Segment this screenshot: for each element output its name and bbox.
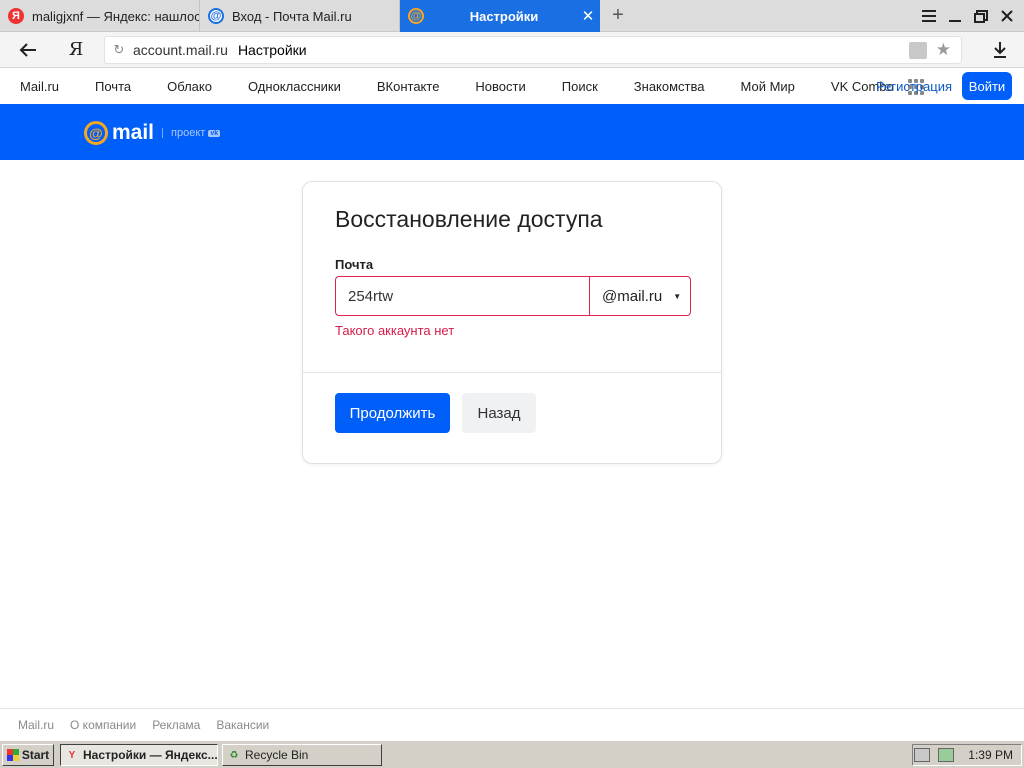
taskbar-window-label: Recycle Bin bbox=[245, 748, 309, 762]
portal-nav: Mail.ru Почта Облако Одноклассники ВКонт… bbox=[0, 69, 1024, 104]
yandex-browser-icon: Y bbox=[68, 749, 76, 761]
yandex-icon: Я bbox=[8, 8, 24, 24]
back-arrow-icon[interactable] bbox=[14, 38, 42, 62]
error-message: Такого аккаунта нет bbox=[335, 323, 455, 338]
portal-link-moy-mir[interactable]: Мой Мир bbox=[741, 79, 795, 94]
footer-link-about[interactable]: О компании bbox=[70, 718, 136, 732]
recycle-bin-icon: ♻ bbox=[229, 749, 239, 761]
login-button[interactable]: Войти bbox=[962, 72, 1012, 100]
mail-logo[interactable]: @ mail проект vk bbox=[84, 121, 221, 145]
taskbar-window-recycle-bin[interactable]: ♻ Recycle Bin bbox=[222, 744, 382, 766]
os-taskbar: Start Y Настройки — Яндекс... ♻ Recycle … bbox=[0, 740, 1024, 768]
new-tab-plus-icon[interactable]: + bbox=[606, 3, 630, 27]
yandex-home-button[interactable]: Я bbox=[64, 38, 88, 62]
email-field[interactable] bbox=[336, 277, 590, 315]
url-page-title: Настройки bbox=[237, 42, 307, 58]
mailru-at-logo-icon: @ bbox=[84, 121, 108, 145]
portal-link-oblako[interactable]: Облако bbox=[167, 79, 212, 94]
tab-title: maligjxnf — Яндекс: нашлось bbox=[32, 8, 199, 24]
close-tab-icon[interactable]: ✕ bbox=[576, 7, 600, 25]
taskbar-window-browser[interactable]: Y Настройки — Яндекс... bbox=[60, 744, 218, 766]
portal-link-mailru[interactable]: Mail.ru bbox=[20, 79, 59, 94]
taskbar-window-label: Настройки — Яндекс... bbox=[83, 748, 218, 762]
windows-logo-icon bbox=[6, 749, 19, 761]
portal-link-odnoklassniki[interactable]: Одноклассники bbox=[248, 79, 341, 94]
portal-link-vkontakte[interactable]: ВКонтакте bbox=[377, 79, 440, 94]
browser-tab-yandex-search[interactable]: Я maligjxnf — Яндекс: нашлось bbox=[0, 0, 200, 32]
mailru-at-icon: @ bbox=[408, 8, 424, 24]
network-icon[interactable] bbox=[938, 748, 955, 762]
tab-title: Настройки bbox=[469, 8, 539, 24]
footer-link-ads[interactable]: Реклама bbox=[152, 718, 200, 732]
bookmark-star-icon[interactable]: ★ bbox=[936, 40, 951, 60]
page-footer: Mail.ru О компании Реклама Вакансии bbox=[0, 708, 1024, 740]
close-window-icon[interactable] bbox=[994, 0, 1020, 32]
email-input-group: @mail.ru ▼ bbox=[335, 276, 691, 316]
menu-hamburger-icon[interactable] bbox=[916, 0, 942, 32]
protect-icon[interactable] bbox=[909, 42, 927, 59]
start-button[interactable]: Start bbox=[2, 744, 54, 766]
keyboard-icon[interactable] bbox=[914, 748, 931, 762]
register-link[interactable]: Регистрация bbox=[876, 79, 952, 94]
mail-header: @ mail проект vk bbox=[0, 104, 1024, 160]
footer-link-mailru[interactable]: Mail.ru bbox=[18, 718, 54, 732]
start-label: Start bbox=[21, 748, 50, 762]
system-tray: 1:39 PM bbox=[912, 744, 1022, 766]
logo-divider bbox=[162, 128, 164, 138]
reload-icon[interactable]: ↻ bbox=[105, 42, 133, 58]
restore-icon[interactable] bbox=[968, 0, 994, 32]
logo-text: mail bbox=[112, 121, 155, 144]
address-bar-row: Я ↻ account.mail.ru Настройки ★ bbox=[0, 32, 1024, 68]
domain-select-value: @mail.ru bbox=[602, 287, 663, 305]
continue-button[interactable]: Продолжить bbox=[335, 393, 450, 433]
email-field-label: Почта bbox=[335, 257, 374, 272]
portal-link-znakomstva[interactable]: Знакомства bbox=[634, 79, 705, 94]
browser-tab-settings[interactable]: @ Настройки ✕ bbox=[400, 0, 600, 32]
download-icon[interactable] bbox=[988, 38, 1012, 62]
recovery-card: Восстановление доступа Почта @mail.ru ▼ … bbox=[302, 181, 722, 464]
portal-link-poisk[interactable]: Поиск bbox=[562, 79, 598, 94]
minimize-icon[interactable] bbox=[942, 0, 968, 32]
mailru-at-icon: @ bbox=[208, 8, 224, 24]
vk-badge-icon: vk bbox=[208, 129, 221, 137]
url-domain: account.mail.ru bbox=[133, 42, 228, 58]
card-divider bbox=[303, 372, 721, 373]
clock[interactable]: 1:39 PM bbox=[968, 748, 1013, 762]
tab-title: Вход - Почта Mail.ru bbox=[232, 8, 352, 24]
project-label: проект bbox=[171, 127, 206, 139]
url-field[interactable]: ↻ account.mail.ru Настройки ★ bbox=[104, 36, 962, 64]
browser-tab-mail-login[interactable]: @ Вход - Почта Mail.ru bbox=[200, 0, 400, 32]
domain-select[interactable]: @mail.ru ▼ bbox=[590, 277, 690, 315]
back-button[interactable]: Назад bbox=[462, 393, 536, 433]
chevron-down-icon: ▼ bbox=[673, 291, 682, 301]
portal-link-pochta[interactable]: Почта bbox=[95, 79, 131, 94]
footer-link-jobs[interactable]: Вакансии bbox=[216, 718, 269, 732]
browser-tab-strip: Я maligjxnf — Яндекс: нашлось @ Вход - П… bbox=[0, 0, 1024, 32]
page-title: Восстановление доступа bbox=[335, 206, 603, 232]
portal-link-novosti[interactable]: Новости bbox=[475, 79, 525, 94]
